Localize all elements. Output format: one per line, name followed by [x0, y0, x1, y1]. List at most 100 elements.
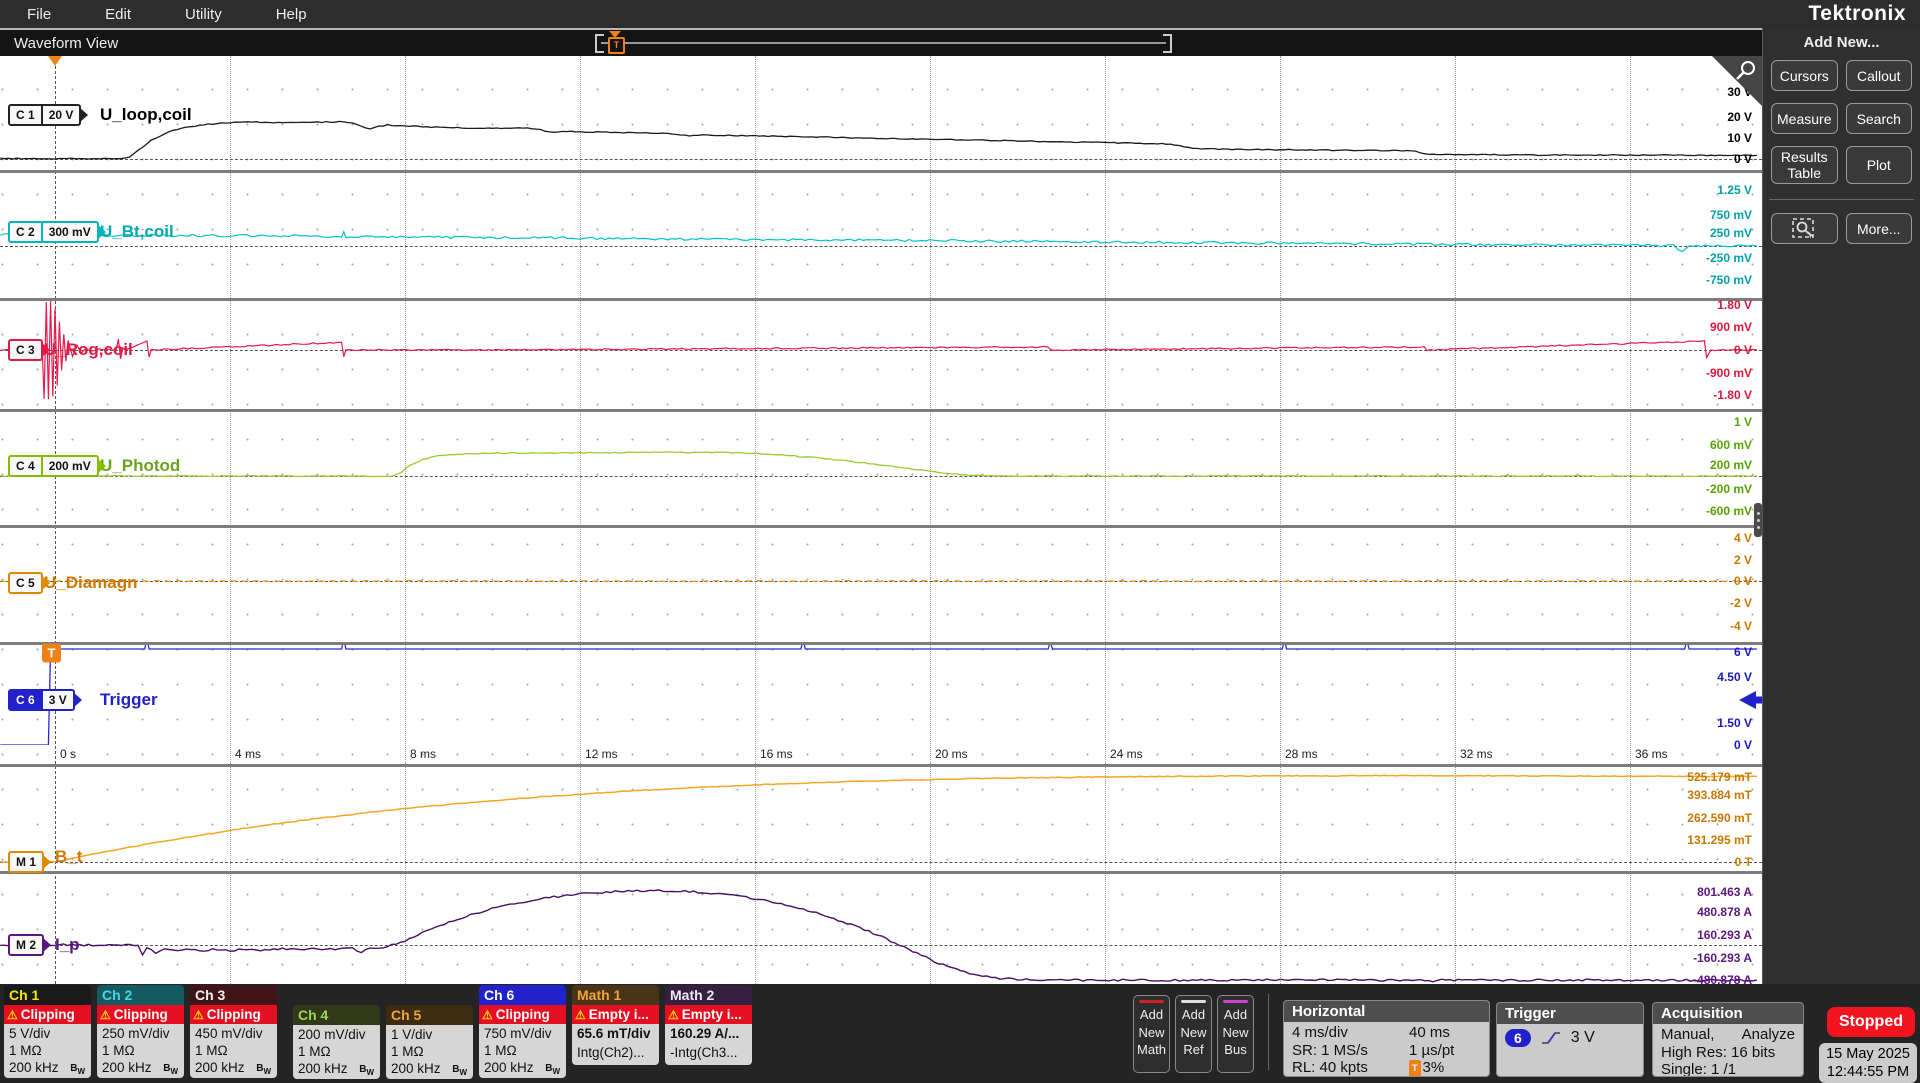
warning-text: Clipping	[21, 1007, 75, 1022]
badge-header: Ch 4	[293, 1005, 380, 1025]
trace-c1	[0, 121, 1757, 159]
overview-record-line	[601, 42, 1166, 44]
badge-body: 450 mV/div1 MΩ200 kHzBW	[190, 1024, 277, 1078]
channel-badge-c4[interactable]: C 4200 mV	[8, 455, 99, 477]
channel-badge-m1[interactable]: M 1	[8, 851, 44, 873]
menu-edit[interactable]: Edit	[78, 6, 158, 23]
band-separator	[0, 764, 1762, 767]
trigger-panel[interactable]: Trigger 6 3 V	[1496, 1002, 1644, 1077]
settings-bar-divider	[1268, 994, 1269, 1070]
waveform-graticule[interactable]: 0 s4 ms8 ms12 ms16 ms20 ms24 ms28 ms32 m…	[0, 56, 1762, 984]
axis-label-c6: 0 V	[1734, 738, 1752, 752]
badge-body: 250 mV/div1 MΩ200 kHzBW	[97, 1024, 184, 1078]
axis-label-c3: 0 V	[1734, 343, 1752, 357]
warning-text: Clipping	[496, 1007, 550, 1022]
overview-right-bracket	[1163, 34, 1172, 53]
trigger-source-badge-icon[interactable]: T	[42, 644, 61, 663]
badge-body: 160.29 A/...-Intg(Ch3...	[665, 1024, 752, 1065]
channel-settings-badge-ch3[interactable]: Ch 3⚠Clipping450 mV/div1 MΩ200 kHzBW	[190, 985, 277, 1078]
run-stop-status[interactable]: Stopped	[1827, 1007, 1915, 1037]
badge-row: 200 kHzBW	[298, 1060, 375, 1077]
axis-label-c3: -900 mV	[1706, 366, 1752, 380]
badge-row: 750 mV/div	[484, 1025, 561, 1042]
channel-settings-badge-ch1[interactable]: Ch 1⚠Clipping5 V/div1 MΩ200 kHzBW	[4, 985, 91, 1078]
menu-help[interactable]: Help	[249, 6, 334, 23]
axis-label-c5: 4 V	[1734, 531, 1752, 545]
channel-settings-badge-math1[interactable]: Math 1⚠Empty i...65.6 mT/divIntg(Ch2)...	[572, 985, 659, 1065]
sidebar-button-measure[interactable]: Measure	[1771, 103, 1838, 134]
trigger-level: 3 V	[1571, 1029, 1595, 1047]
badge-warning: ⚠Clipping	[479, 1005, 566, 1024]
sidebar-button-search[interactable]: Search	[1846, 103, 1913, 134]
trigger-level-arrow-icon[interactable]	[1739, 691, 1756, 709]
add-new-title: Add New...	[1763, 34, 1920, 51]
channel-badge-scale: 20 V	[41, 106, 80, 124]
menu-bar: FileEditUtilityHelp Tektronix	[0, 0, 1920, 28]
magnifier-icon	[1733, 59, 1759, 85]
axis-label-m2: -160.293 A	[1693, 951, 1752, 965]
acquisition-mode: Manual,	[1661, 1026, 1714, 1044]
axis-label-c3: 900 mV	[1710, 320, 1752, 334]
acquisition-panel[interactable]: Acquisition Manual,Analyze High Res: 16 …	[1652, 1002, 1804, 1077]
axis-label-c2: 750 mV	[1710, 208, 1752, 222]
axis-label-c5: -2 V	[1730, 596, 1752, 610]
channel-badge-id: C 3	[10, 341, 41, 359]
badge-header: Ch 1	[4, 985, 91, 1005]
menu-file[interactable]: File	[0, 6, 78, 23]
channel-badge-m2[interactable]: M 2	[8, 934, 44, 956]
waveform-view-titlebar: Waveform View T	[0, 28, 1762, 56]
channel-badge-id: C 1	[10, 106, 41, 124]
channel-settings-badge-math2[interactable]: Math 2⚠Empty i...160.29 A/...-Intg(Ch3..…	[665, 985, 752, 1065]
channel-settings-badge-ch2[interactable]: Ch 2⚠Clipping250 mV/div1 MΩ200 kHzBW	[97, 985, 184, 1078]
channel-badge-c2[interactable]: C 2300 mV	[8, 221, 99, 243]
menu-utility[interactable]: Utility	[158, 6, 249, 23]
horizontal-panel[interactable]: Horizontal 4 ms/div40 ms SR: 1 MS/s1 µs/…	[1283, 1000, 1490, 1077]
axis-label-m1: 393.884 mT	[1687, 788, 1752, 802]
acquisition-resolution: High Res: 16 bits	[1661, 1044, 1775, 1062]
add-new-math-button[interactable]: Add New Math	[1133, 995, 1170, 1073]
channel-badge-id: M 2	[10, 936, 42, 954]
warning-icon: ⚠	[193, 1008, 204, 1022]
more-button[interactable]: More...	[1846, 213, 1913, 244]
view-splitter-handle[interactable]	[1754, 503, 1762, 537]
horizontal-panel-title: Horizontal	[1284, 1001, 1489, 1022]
zoom-select-button[interactable]	[1771, 213, 1838, 244]
badge-row: 450 mV/div	[195, 1025, 272, 1042]
channel-badge-pointer	[41, 575, 50, 591]
badge-header: Ch 6	[479, 985, 566, 1005]
channel-settings-badge-ch6[interactable]: Ch 6⚠Clipping750 mV/div1 MΩ200 kHzBW	[479, 985, 566, 1078]
overview-trigger-marker-icon[interactable]: T	[608, 37, 625, 54]
badge-row: 200 kHzBW	[484, 1059, 561, 1076]
channel-badge-pointer	[97, 224, 106, 240]
add-new-ref-button[interactable]: Add New Ref	[1175, 995, 1212, 1073]
channel-badge-c3[interactable]: C 3	[8, 339, 43, 361]
sidebar-button-callout[interactable]: Callout	[1846, 60, 1913, 91]
horizontal-scale: 4 ms/div	[1292, 1024, 1348, 1042]
bandwidth-limit-icon: BW	[545, 1060, 560, 1078]
badge-row: 1 MΩ	[391, 1043, 468, 1060]
axis-label-c4: 1 V	[1734, 415, 1752, 429]
badge-body: 200 mV/div1 MΩ200 kHzBW	[293, 1025, 380, 1079]
add-new-bus-button[interactable]: Add New Bus	[1217, 995, 1254, 1073]
axis-label-c1: 10 V	[1727, 131, 1752, 145]
sidebar-button-cursors[interactable]: Cursors	[1771, 60, 1838, 91]
trace-c3	[0, 301, 1757, 399]
channel-settings-badge-ch5[interactable]: Ch 51 V/div1 MΩ200 kHzBW	[386, 1005, 473, 1079]
sample-rate: SR: 1 MS/s	[1292, 1042, 1368, 1060]
trace-c6	[0, 639, 1757, 746]
sample-interval: 1 µs/pt	[1409, 1042, 1481, 1060]
horizontal-position-overview[interactable]: T	[595, 34, 1172, 53]
waveform-view: Waveform View T 0 s4 ms8 ms12 ms16 ms20 …	[0, 28, 1762, 984]
channel-badge-c5[interactable]: C 5	[8, 572, 43, 594]
sidebar-button-results-table[interactable]: Results Table	[1771, 146, 1838, 184]
channel-settings-badge-ch4[interactable]: Ch 4200 mV/div1 MΩ200 kHzBW	[293, 1005, 380, 1079]
sidebar-button-plot[interactable]: Plot	[1846, 146, 1913, 184]
axis-label-c3: -1.80 V	[1713, 388, 1752, 402]
time-axis-label: 8 ms	[410, 747, 436, 761]
axis-label-m1: 0 T	[1735, 855, 1752, 869]
channel-badge-c1[interactable]: C 120 V	[8, 104, 81, 126]
channel-badge-c6[interactable]: C 63 V	[8, 689, 75, 711]
warning-text: Clipping	[114, 1007, 168, 1022]
trigger-source-badge: 6	[1505, 1029, 1531, 1047]
trigger-position-marker-icon[interactable]	[48, 56, 62, 73]
